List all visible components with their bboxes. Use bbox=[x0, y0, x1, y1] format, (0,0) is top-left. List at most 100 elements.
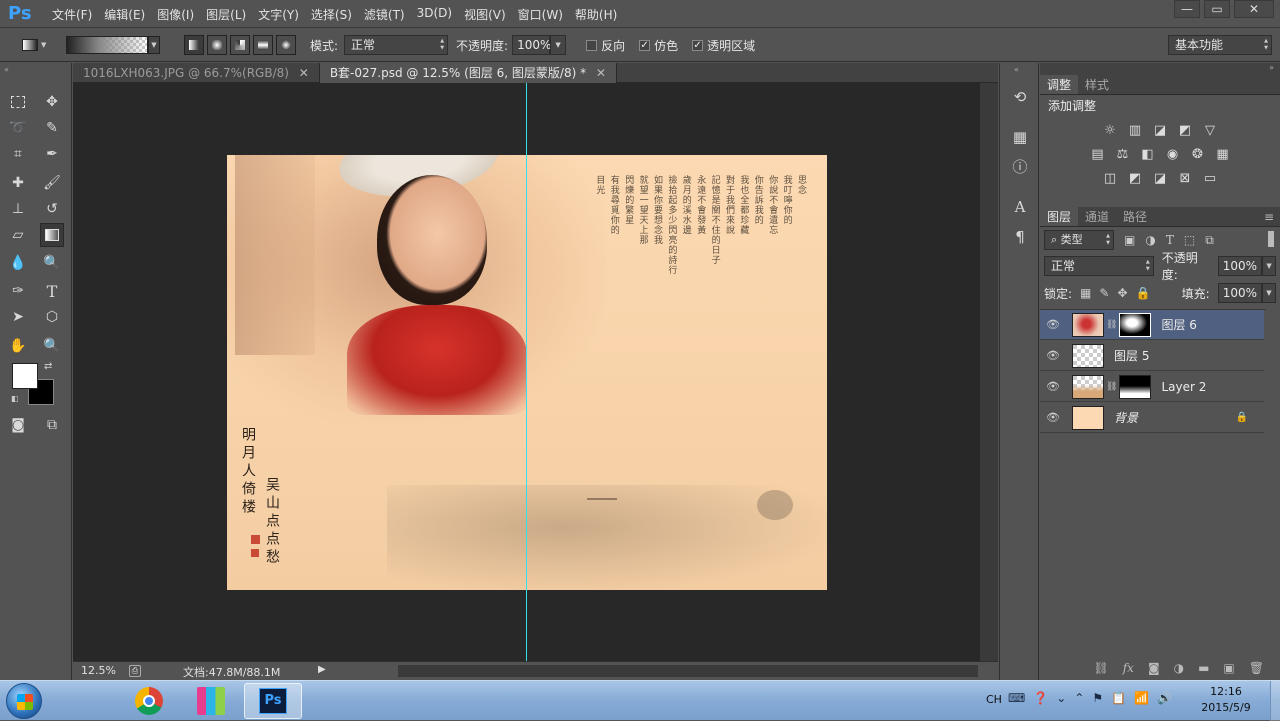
help-icon[interactable]: ❓ bbox=[1033, 691, 1048, 705]
lock-all-icon[interactable]: 🔒 bbox=[1136, 286, 1151, 300]
share-icon[interactable]: ⎙ bbox=[129, 665, 141, 677]
menu-select[interactable]: 选择(S) bbox=[305, 6, 358, 23]
hand-tool[interactable]: ✋ bbox=[6, 334, 30, 358]
brush-tool[interactable]: 🖌 bbox=[40, 171, 64, 195]
lock-transparent-icon[interactable]: ▦ bbox=[1080, 286, 1091, 300]
crop-tool[interactable]: ⌗ bbox=[6, 142, 30, 166]
new-layer-icon[interactable]: ▣ bbox=[1223, 661, 1234, 679]
link-icon[interactable]: ⛓ bbox=[1106, 320, 1117, 330]
swatches-panel-icon[interactable]: ▦ bbox=[1008, 125, 1032, 149]
tab-channels[interactable]: 通道 bbox=[1078, 207, 1116, 226]
clone-stamp-tool[interactable]: ⊥ bbox=[6, 197, 30, 221]
gradient-map-icon[interactable]: ▭ bbox=[1201, 170, 1219, 188]
tab-adjustments[interactable]: 调整 bbox=[1040, 75, 1079, 94]
dither-checkbox[interactable]: ✓ 仿色 bbox=[639, 37, 678, 54]
eyedropper-tool[interactable]: ✒ bbox=[40, 142, 64, 166]
gradient-picker[interactable] bbox=[66, 36, 148, 54]
trash-icon[interactable]: 🗑 bbox=[1249, 661, 1264, 679]
diamond-gradient-button[interactable] bbox=[276, 35, 296, 55]
menu-type[interactable]: 文字(Y) bbox=[252, 6, 305, 23]
eye-icon[interactable]: 👁 bbox=[1040, 349, 1066, 362]
chrome-taskbar-button[interactable] bbox=[120, 683, 178, 719]
menu-file[interactable]: 文件(F) bbox=[46, 6, 98, 23]
character-panel-icon[interactable]: A bbox=[1008, 195, 1032, 219]
layer-mask-thumbnail[interactable] bbox=[1119, 374, 1152, 399]
filter-kind-select[interactable]: ⌕ 类型 bbox=[1044, 230, 1114, 250]
dodge-tool[interactable]: 🔍 bbox=[40, 251, 64, 275]
angle-gradient-button[interactable] bbox=[230, 35, 250, 55]
link-layers-icon[interactable]: ⛓ bbox=[1093, 661, 1108, 679]
selective-color-icon[interactable]: ⊠ bbox=[1176, 170, 1194, 188]
photoshop-taskbar-button[interactable]: Ps bbox=[244, 683, 302, 719]
channel-mixer-icon[interactable]: ❂ bbox=[1189, 146, 1207, 164]
quick-mask-button[interactable]: ◙ bbox=[6, 413, 30, 437]
close-button[interactable]: ✕ bbox=[1234, 0, 1274, 18]
keyboard-icon[interactable]: ⌨ bbox=[1008, 691, 1025, 705]
reflected-gradient-button[interactable] bbox=[253, 35, 273, 55]
eye-icon[interactable]: 👁 bbox=[1040, 318, 1066, 331]
collapse-panel-icon[interactable]: » bbox=[1040, 63, 1280, 75]
opacity-dropdown-arrow[interactable]: ▼ bbox=[550, 35, 567, 55]
color-lookup-icon[interactable]: ▦ bbox=[1214, 146, 1232, 164]
threshold-icon[interactable]: ◪ bbox=[1151, 170, 1169, 188]
link-icon[interactable]: ⛓ bbox=[1106, 382, 1117, 392]
panel-menu-icon[interactable]: ≡ bbox=[1264, 207, 1280, 226]
tab-document-1[interactable]: 1016LXH063.JPG @ 66.7%(RGB/8) ✕ bbox=[73, 63, 320, 83]
levels-icon[interactable]: ▥ bbox=[1126, 122, 1144, 140]
language-indicator[interactable]: CH bbox=[986, 693, 1002, 706]
smart-object-filter-icon[interactable]: ⧉ bbox=[1205, 233, 1214, 248]
exposure-icon[interactable]: ◩ bbox=[1176, 122, 1194, 140]
volume-icon[interactable]: 🔊 bbox=[1157, 691, 1172, 705]
info-icon[interactable]: ⓘ bbox=[1008, 155, 1032, 179]
history-brush-tool[interactable]: ↺ bbox=[40, 197, 64, 221]
close-tab-icon[interactable]: ✕ bbox=[596, 66, 606, 80]
default-colors-icon[interactable]: ◧ bbox=[11, 394, 19, 403]
show-desktop-button[interactable] bbox=[1270, 681, 1280, 721]
pen-tool[interactable]: ✑ bbox=[6, 279, 30, 303]
blur-tool[interactable]: 💧 bbox=[6, 251, 30, 275]
menu-layer[interactable]: 图层(L) bbox=[200, 6, 252, 23]
horizontal-scrollbar[interactable] bbox=[398, 665, 978, 677]
gradient-tool[interactable] bbox=[40, 223, 64, 247]
restore-button[interactable]: ▭ bbox=[1204, 0, 1230, 18]
fill-input[interactable]: 100% bbox=[1217, 283, 1262, 303]
fx-icon[interactable]: fx bbox=[1123, 661, 1134, 679]
eraser-tool[interactable]: ▱ bbox=[6, 223, 30, 247]
gradient-dropdown-arrow[interactable]: ▼ bbox=[148, 36, 160, 54]
tab-document-2[interactable]: B套-027.psd @ 12.5% (图层 6, 图层蒙版/8) * ✕ bbox=[319, 63, 617, 83]
chevron-down-icon[interactable]: ⌄ bbox=[1056, 691, 1066, 705]
layer-row[interactable]: 👁 背景 🔒 bbox=[1040, 403, 1264, 433]
color-balance-icon[interactable]: ⚖ bbox=[1114, 146, 1132, 164]
lock-pixels-icon[interactable]: ✎ bbox=[1099, 286, 1109, 300]
document-canvas[interactable]: 明月人倚楼 吴山点点愁 思念 我叮嚀你的 你說不會遺忘 你告訴我的 我也全都珍藏 對于我們… bbox=[227, 155, 827, 590]
fill-arrow[interactable]: ▼ bbox=[1262, 283, 1276, 303]
close-tab-icon[interactable]: ✕ bbox=[299, 66, 309, 80]
hue-icon[interactable]: ▤ bbox=[1089, 146, 1107, 164]
transparency-checkbox[interactable]: ✓ 透明区域 bbox=[692, 37, 755, 54]
path-selection-tool[interactable]: ➤ bbox=[6, 305, 30, 329]
linear-gradient-button[interactable] bbox=[184, 35, 204, 55]
new-adjustment-icon[interactable]: ◑ bbox=[1174, 661, 1184, 679]
add-mask-icon[interactable]: ◙ bbox=[1148, 661, 1160, 679]
adjustment-filter-icon[interactable]: ◑ bbox=[1145, 233, 1155, 247]
flag-icon[interactable]: ⚑ bbox=[1092, 691, 1103, 705]
invert-icon[interactable]: ◫ bbox=[1101, 170, 1119, 188]
collapse-toolbox-icon[interactable]: « bbox=[4, 65, 9, 74]
layer-row[interactable]: 👁 ⛓ Layer 2 bbox=[1040, 372, 1264, 402]
menu-edit[interactable]: 编辑(E) bbox=[98, 6, 151, 23]
brightness-icon[interactable]: ☼ bbox=[1101, 122, 1119, 140]
layer-opacity-arrow[interactable]: ▼ bbox=[1262, 256, 1276, 276]
expand-panels-icon[interactable]: « bbox=[1014, 65, 1019, 74]
tool-preset-picker[interactable]: ▼ bbox=[22, 35, 56, 55]
vertical-scrollbar[interactable] bbox=[980, 83, 998, 661]
layer-row[interactable]: 👁 ⛓ 图层 6 bbox=[1040, 310, 1264, 340]
layer-opacity-input[interactable]: 100% bbox=[1217, 256, 1263, 276]
minimize-button[interactable]: — bbox=[1174, 0, 1200, 18]
menu-help[interactable]: 帮助(H) bbox=[569, 6, 623, 23]
app-taskbar-button[interactable] bbox=[182, 683, 240, 719]
history-panel-icon[interactable]: ⟲ bbox=[1008, 85, 1032, 109]
pixel-filter-icon[interactable]: ▣ bbox=[1124, 233, 1135, 247]
eye-icon[interactable]: 👁 bbox=[1040, 411, 1066, 424]
marquee-tool[interactable] bbox=[6, 90, 30, 114]
start-button[interactable] bbox=[6, 683, 42, 719]
